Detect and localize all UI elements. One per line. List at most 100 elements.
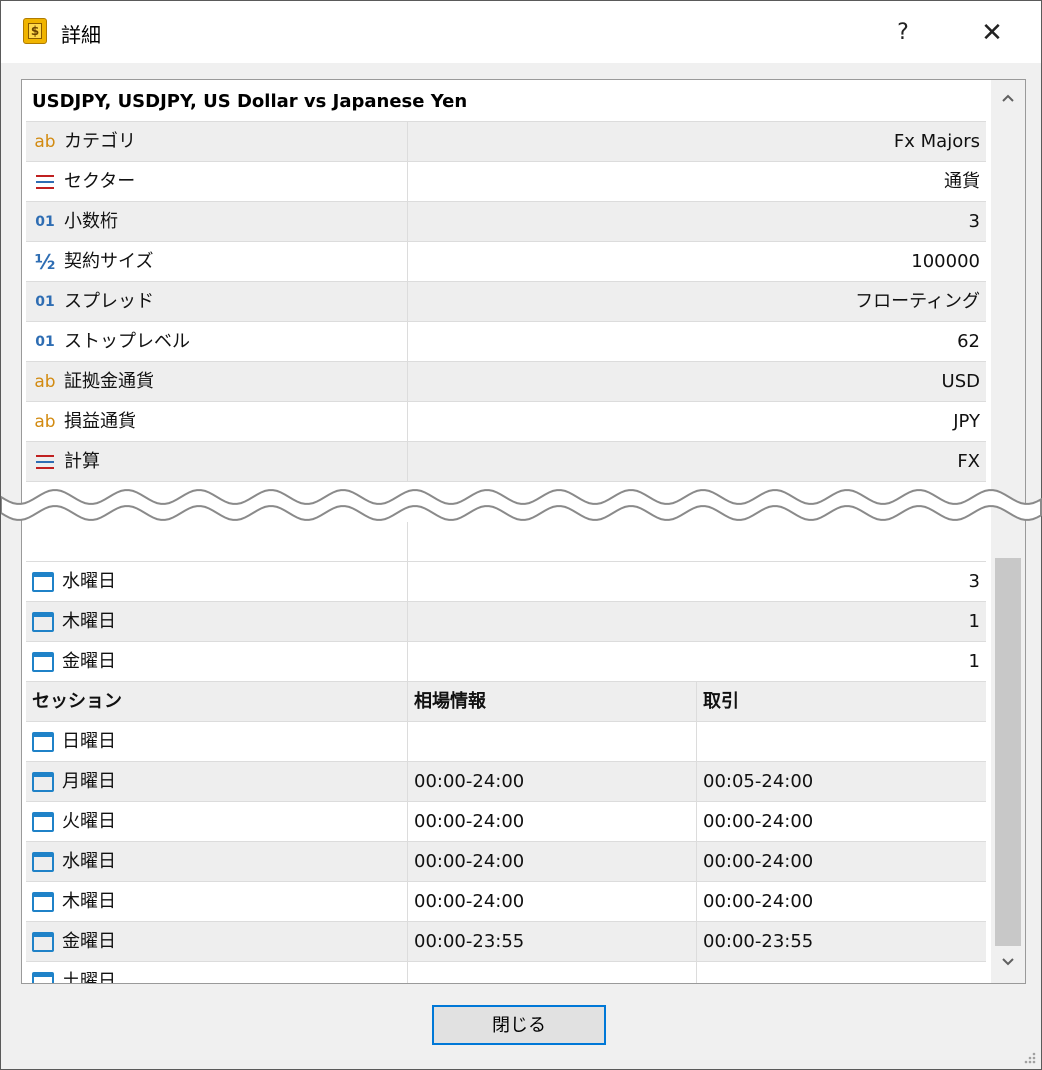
session-trade: 00:00-24:00 [697,882,986,922]
property-name: 01 ストップレベル [26,322,408,362]
session-trade: 00:05-24:00 [697,762,986,802]
help-button[interactable]: ? [883,13,923,53]
session-day: 木曜日 [26,882,408,922]
session-quotes: 00:00-24:00 [408,842,697,882]
session-row[interactable]: 土曜日 [26,962,986,984]
session-quotes-text: 00:00-24:00 [414,851,525,872]
resize-grip-icon[interactable] [1021,1049,1037,1065]
property-row[interactable]: ab 証拠金通貨 USD [26,362,986,402]
close-button[interactable]: 閉じる [432,1005,606,1045]
session-row[interactable]: 月曜日 00:00-24:00 00:05-24:00 [26,762,986,802]
close-window-button[interactable]: ✕ [969,13,1015,53]
property-row[interactable]: セクター 通貨 [26,162,986,202]
session-day-label: 土曜日 [62,971,116,984]
session-quotes: 00:00-23:55 [408,922,697,962]
property-name: セクター [26,162,408,202]
title-bar[interactable]: $ 詳細 ? ✕ [1,1,1041,63]
sessions-header-trade: 取引 [697,682,986,722]
swap-day-label: 木曜日 [62,611,116,632]
property-name: ab 証拠金通貨 [26,362,408,402]
swap-day-row[interactable]: 水曜日 3 [26,562,986,602]
property-label: 契約サイズ [64,251,154,272]
session-row[interactable]: 木曜日 00:00-24:00 00:00-24:00 [26,882,986,922]
session-quotes-text: 00:00-24:00 [414,891,525,912]
property-row[interactable]: 01 スプレッド フローティング [26,282,986,322]
symbol-properties-panel: USDJPY, USDJPY, US Dollar vs Japanese Ye… [21,79,1026,984]
session-quotes-text: 00:00-24:00 [414,811,525,832]
session-quotes: 00:00-24:00 [408,882,697,922]
property-row[interactable]: 計算 FX [26,442,986,482]
property-value: Fx Majors [408,122,986,162]
session-row[interactable]: 火曜日 00:00-24:00 00:00-24:00 [26,802,986,842]
session-quotes [408,722,697,762]
numeric-property-icon: 01 [35,214,55,230]
property-value-text: 3 [968,211,980,232]
numeric-property-icon: 01 [35,334,55,350]
swap-day-row[interactable]: 木曜日 1 [26,602,986,642]
property-row[interactable]: 01 小数桁 3 [26,202,986,242]
swap-day-label: 金曜日 [62,651,116,672]
swap-day-row[interactable]: 金曜日 1 [26,642,986,682]
swap-day-value: 1 [408,642,986,682]
session-trade-text: 00:00-24:00 [703,811,814,832]
property-value: 100000 [408,242,986,282]
calendar-icon [32,652,54,672]
session-day: 月曜日 [26,762,408,802]
session-day-label: 月曜日 [62,771,116,792]
session-trade: 00:00-24:00 [697,802,986,842]
scroll-down-arrow-icon[interactable] [991,952,1025,978]
property-value-text: FX [957,451,980,472]
numeric-property-icon: 01 [35,294,55,310]
calendar-icon [32,932,54,952]
property-value: JPY [408,402,986,442]
calendar-icon [32,892,54,912]
calendar-icon [32,612,54,632]
scrollbar-thumb[interactable] [995,558,1021,946]
symbol-header: USDJPY, USDJPY, US Dollar vs Japanese Ye… [26,82,986,122]
session-day-label: 水曜日 [62,851,116,872]
property-value-text: 100000 [911,251,980,272]
session-row[interactable]: 水曜日 00:00-24:00 00:00-24:00 [26,842,986,882]
sessions-header-quotes-text: 相場情報 [414,691,486,712]
property-value: 3 [408,202,986,242]
session-trade-text: 00:05-24:00 [703,771,814,792]
session-day: 土曜日 [26,962,408,984]
session-trade [697,722,986,762]
property-name: 01 小数桁 [26,202,408,242]
swap-day-value: 1 [408,602,986,642]
session-trade [697,962,986,983]
property-value: 通貨 [408,162,986,202]
swap-day-label: 水曜日 [62,571,116,592]
calendar-icon [32,812,54,832]
property-row[interactable]: ab カテゴリ Fx Majors [26,122,986,162]
property-value: USD [408,362,986,402]
text-property-icon: ab [34,372,56,392]
vertical-scrollbar[interactable] [991,80,1025,983]
property-row[interactable]: ab 損益通貨 JPY [26,402,986,442]
swap-day-value-text: 1 [968,651,980,672]
calendar-icon [32,772,54,792]
sessions-header-row: セッション 相場情報 取引 [26,682,986,722]
session-row[interactable]: 金曜日 00:00-23:55 00:00-23:55 [26,922,986,962]
enum-property-icon [32,172,58,192]
swap-day-value: 3 [408,562,986,602]
session-day-label: 火曜日 [62,811,116,832]
session-trade-text: 00:00-24:00 [703,851,814,872]
property-row[interactable]: 01 ストップレベル 62 [26,322,986,362]
scroll-up-arrow-icon[interactable] [991,88,1025,114]
property-value-text: JPY [953,411,980,432]
session-row[interactable]: 日曜日 [26,722,986,762]
property-value-text: 62 [957,331,980,352]
property-name: ½ 契約サイズ [26,242,408,282]
text-property-icon: ab [34,412,56,432]
property-row[interactable]: ½ 契約サイズ 100000 [26,242,986,282]
session-trade-text: 00:00-23:55 [703,931,814,952]
property-name: ab 損益通貨 [26,402,408,442]
property-value-text: USD [941,371,980,392]
session-quotes [408,962,697,983]
session-day: 金曜日 [26,922,408,962]
calendar-icon [32,572,54,592]
property-value-text: Fx Majors [893,131,980,152]
property-label: 証拠金通貨 [64,371,154,392]
property-label: 損益通貨 [64,411,136,432]
